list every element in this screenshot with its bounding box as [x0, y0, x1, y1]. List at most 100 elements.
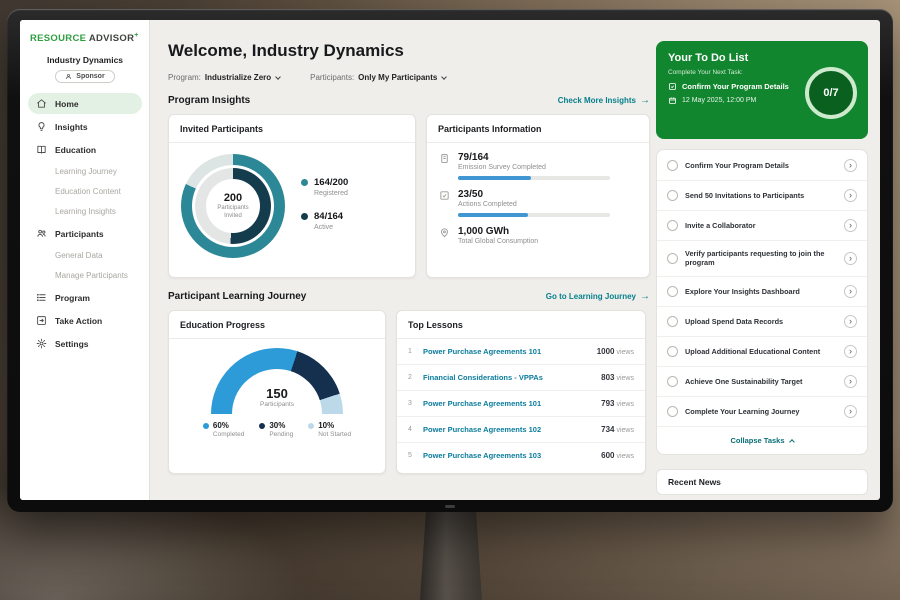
task-checkbox[interactable]: [667, 160, 678, 171]
task-item[interactable]: Achieve One Sustainability Target ›: [657, 367, 867, 397]
lesson-views-label: views: [616, 427, 634, 434]
lesson-row: 3 Power Purchase Agreements 101 793views: [397, 391, 645, 417]
sidebar-item-education[interactable]: Education: [28, 139, 142, 160]
gear-icon: [36, 338, 47, 349]
lesson-link[interactable]: Power Purchase Agreements 103: [423, 451, 593, 460]
task-checkbox[interactable]: [667, 406, 678, 417]
gauge-center-label: 150 Participants: [260, 386, 294, 408]
chevron-right-icon[interactable]: ›: [844, 285, 857, 298]
monitor-stand: [420, 508, 482, 600]
participants-filter-value: Only My Participants: [358, 73, 437, 82]
legend-label: Completed: [213, 431, 244, 438]
legend-value: 30%: [269, 421, 293, 430]
task-checkbox[interactable]: [667, 346, 678, 357]
invited-participants-card: Invited Participants 200 Participants In…: [168, 114, 416, 278]
recent-news-title: Recent News: [668, 477, 721, 487]
chevron-right-icon[interactable]: ›: [844, 375, 857, 388]
legend-label: Not Started: [318, 431, 351, 438]
arrow-right-icon: →: [640, 96, 650, 106]
task-checkbox[interactable]: [667, 190, 678, 201]
stat-actions-completed: 23/50 Actions Completed: [427, 180, 649, 217]
legend-item: 30% Pending: [259, 421, 293, 438]
todo-title: Your To Do List: [668, 52, 856, 64]
chevron-right-icon[interactable]: ›: [844, 219, 857, 232]
chevron-down-icon: [275, 74, 281, 80]
sidebar-item-learning-insights[interactable]: Learning Insights: [28, 202, 142, 221]
sidebar-item-manage-participants[interactable]: Manage Participants: [28, 266, 142, 285]
sidebar-item-label: Home: [55, 99, 79, 109]
task-checkbox[interactable]: [667, 286, 678, 297]
sidebar-item-education-content[interactable]: Education Content: [28, 182, 142, 201]
sidebar-item-general-data[interactable]: General Data: [28, 246, 142, 265]
task-item[interactable]: Upload Spend Data Records ›: [657, 307, 867, 337]
chevron-right-icon[interactable]: ›: [844, 252, 857, 265]
sidebar-item-learning-journey[interactable]: Learning Journey: [28, 162, 142, 181]
lesson-row: 5 Power Purchase Agreements 103 600views: [397, 443, 645, 468]
stat-value: 79/164: [458, 152, 610, 163]
link-label: Go to Learning Journey: [546, 292, 636, 301]
chevron-right-icon[interactable]: ›: [844, 189, 857, 202]
lesson-link[interactable]: Financial Considerations - VPPAs: [423, 373, 593, 382]
task-checkbox[interactable]: [667, 253, 678, 264]
chevron-right-icon[interactable]: ›: [844, 345, 857, 358]
collapse-tasks-button[interactable]: Collapse Tasks: [657, 427, 867, 453]
logo-plus: +: [134, 32, 138, 39]
sidebar-item-program[interactable]: Program: [28, 287, 142, 308]
section-title: Program Insights: [168, 95, 250, 106]
check-more-insights-link[interactable]: Check More Insights →: [558, 96, 650, 106]
lesson-link[interactable]: Power Purchase Agreements 102: [423, 425, 593, 434]
task-item[interactable]: Verify participants requesting to join t…: [657, 241, 867, 277]
task-item[interactable]: Confirm Your Program Details ›: [657, 151, 867, 181]
task-checkbox[interactable]: [667, 316, 678, 327]
task-item[interactable]: Upload Additional Educational Content ›: [657, 337, 867, 367]
task-label: Achieve One Sustainability Target: [685, 377, 837, 386]
lesson-views-label: views: [616, 453, 634, 460]
program-filter-dropdown[interactable]: Program: Industrialize Zero: [168, 73, 280, 82]
chevron-right-icon[interactable]: ›: [844, 405, 857, 418]
person-icon: [65, 73, 72, 80]
task-label: Upload Spend Data Records: [685, 317, 837, 326]
donut-legend: 164/200 Registered 84/164 Active: [301, 168, 348, 245]
insights-cards-row: Invited Participants 200 Participants In…: [168, 114, 650, 278]
gauge-center-caption: Participants: [260, 401, 294, 408]
sidebar-item-settings[interactable]: Settings: [28, 333, 142, 354]
legend-label: Registered: [314, 190, 348, 197]
task-checkbox[interactable]: [667, 376, 678, 387]
sidebar-item-participants[interactable]: Participants: [28, 223, 142, 244]
participants-information-card: Participants Information 79/164 Emission…: [426, 114, 650, 278]
lesson-views-value: 793: [601, 399, 614, 408]
legend-value: 84/164: [314, 211, 343, 222]
task-item[interactable]: Send 50 Invitations to Participants ›: [657, 181, 867, 211]
participants-filter-dropdown[interactable]: Participants: Only My Participants: [310, 73, 446, 82]
monitor-bezel: RESOURCE ADVISOR+ Industry Dynamics Spon…: [7, 9, 893, 512]
task-checkbox[interactable]: [667, 220, 678, 231]
lesson-link[interactable]: Power Purchase Agreements 101: [423, 399, 593, 408]
todo-due-date: 12 May 2025, 12:00 PM: [682, 97, 756, 104]
sponsor-badge-label: Sponsor: [76, 73, 104, 80]
legend-dot-completed: [203, 423, 209, 429]
go-to-learning-journey-link[interactable]: Go to Learning Journey →: [546, 292, 650, 302]
sidebar-item-home[interactable]: Home: [28, 93, 142, 114]
task-item[interactable]: Complete Your Learning Journey ›: [657, 397, 867, 427]
learning-journey-header: Participant Learning Journey Go to Learn…: [168, 291, 650, 302]
chevron-right-icon[interactable]: ›: [844, 159, 857, 172]
app-screen: RESOURCE ADVISOR+ Industry Dynamics Spon…: [20, 20, 880, 500]
chevron-up-icon: [789, 439, 795, 445]
lesson-rank: 5: [408, 452, 415, 459]
sidebar-item-label: Insights: [55, 122, 88, 132]
sidebar-item-take-action[interactable]: Take Action: [28, 310, 142, 331]
stat-label: Emission Survey Completed: [458, 164, 610, 171]
recent-news-header[interactable]: Recent News: [656, 469, 868, 495]
task-item[interactable]: Explore Your Insights Dashboard ›: [657, 277, 867, 307]
lesson-views-value: 1000: [597, 347, 615, 356]
checkbox-icon: [668, 82, 677, 91]
sidebar-item-insights[interactable]: Insights: [28, 116, 142, 137]
sidebar-item-label: Program: [55, 293, 90, 303]
lesson-link[interactable]: Power Purchase Agreements 101: [423, 347, 589, 356]
chevron-right-icon[interactable]: ›: [844, 315, 857, 328]
donut-center-value: 200: [212, 192, 254, 204]
card-title: Invited Participants: [169, 115, 415, 143]
task-item[interactable]: Invite a Collaborator ›: [657, 211, 867, 241]
card-title: Participants Information: [427, 115, 649, 143]
stat-global-consumption: 1,000 GWh Total Global Consumption: [427, 217, 649, 245]
